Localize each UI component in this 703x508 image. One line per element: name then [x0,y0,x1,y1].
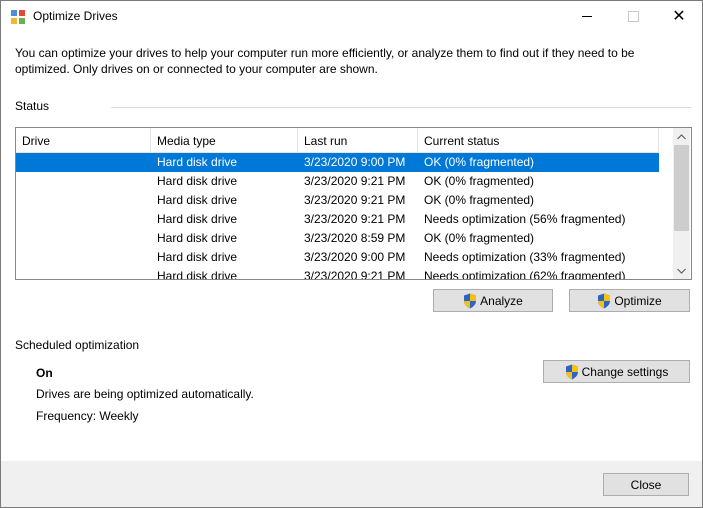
media-type-cell: Hard disk drive [157,193,238,207]
chevron-down-icon [677,268,686,274]
close-icon: ✕ [672,7,686,25]
last-run-cell: 3/23/2020 9:21 PM [304,174,406,188]
current-status-cell: Needs optimization (33% fragmented) [424,250,626,264]
table-row[interactable]: New Volume (F:)Hard disk drive3/23/2020 … [16,191,659,210]
table-row[interactable]: (C:)Hard disk drive3/23/2020 9:00 PMOK (… [16,153,659,172]
table-row[interactable]: System Reserved (I:)Hard disk drive3/23/… [16,248,659,267]
media-type-cell: Hard disk drive [157,231,238,245]
defrag-app-icon [11,10,25,24]
change-settings-button-label: Change settings [581,364,669,379]
media-type-cell: Hard disk drive [157,269,238,280]
close-button[interactable]: Close [603,473,689,496]
table-row[interactable]: New Volume (E:)Hard disk drive3/23/2020 … [16,172,659,191]
column-header-last-run[interactable]: Last run [298,128,418,152]
schedule-frequency: Frequency: Weekly [36,409,139,423]
uac-shield-icon [565,364,578,379]
table-row[interactable]: System Reserved (...Hard disk drive3/23/… [16,229,659,248]
optimize-button-label: Optimize [614,293,662,308]
minimize-icon [582,16,592,17]
column-header-media-type[interactable]: Media type [151,128,298,152]
status-section-label: Status [15,99,50,113]
uac-shield-icon [464,293,477,308]
column-header-drive[interactable]: Drive [16,128,151,152]
scroll-down-button[interactable] [673,262,690,279]
scheduled-section-label: Scheduled optimization [15,338,140,352]
optimize-drives-window: Optimize Drives ✕ You can optimize your … [0,0,703,508]
description-text: You can optimize your drives to help you… [15,46,635,76]
table-row[interactable]: (G:)Hard disk drive3/23/2020 9:21 PMNeed… [16,210,659,229]
media-type-cell: Hard disk drive [157,155,238,169]
scroll-up-button[interactable] [673,128,690,145]
status-divider [111,107,691,108]
uac-shield-icon [598,293,611,308]
scroll-thumb[interactable] [674,145,689,231]
current-status-cell: Needs optimization (62% fragmented) [424,269,626,280]
media-type-cell: Hard disk drive [157,174,238,188]
current-status-cell: OK (0% fragmented) [424,193,535,207]
media-type-cell: Hard disk drive [157,250,238,264]
close-button-label: Close [630,477,662,492]
last-run-cell: 3/23/2020 9:00 PM [304,250,406,264]
table-row[interactable]: (J:)Hard disk drive3/23/2020 9:21 PMNeed… [16,267,659,280]
maximize-icon [627,11,639,22]
schedule-state: On [36,366,53,380]
minimize-button[interactable] [564,1,610,32]
change-settings-button[interactable]: Change settings [543,360,690,383]
current-status-cell: Needs optimization (56% fragmented) [424,212,626,226]
last-run-cell: 3/23/2020 8:59 PM [304,231,406,245]
chevron-up-icon [677,133,686,139]
close-window-button[interactable]: ✕ [656,1,702,32]
current-status-cell: OK (0% fragmented) [424,174,535,188]
column-header-current-status[interactable]: Current status [418,128,659,152]
title-bar[interactable]: Optimize Drives ✕ [1,1,702,32]
optimize-button[interactable]: Optimize [569,289,690,312]
vertical-scrollbar[interactable] [673,128,690,279]
current-status-cell: OK (0% fragmented) [424,231,535,245]
last-run-cell: 3/23/2020 9:00 PM [304,155,406,169]
analyze-button[interactable]: Analyze [433,289,553,312]
drives-list-header: Drive Media type Last run Current status [16,128,659,153]
media-type-cell: Hard disk drive [157,212,238,226]
drives-list-rows: (C:)Hard disk drive3/23/2020 9:00 PMOK (… [16,153,659,280]
dialog-footer: Close [1,461,702,507]
last-run-cell: 3/23/2020 9:21 PM [304,193,406,207]
last-run-cell: 3/23/2020 9:21 PM [304,269,406,280]
last-run-cell: 3/23/2020 9:21 PM [304,212,406,226]
drives-list[interactable]: Drive Media type Last run Current status… [15,127,692,280]
maximize-button[interactable] [610,1,656,32]
schedule-message: Drives are being optimized automatically… [36,387,254,401]
current-status-cell: OK (0% fragmented) [424,155,535,169]
window-title: Optimize Drives [33,9,118,23]
analyze-button-label: Analyze [480,293,523,308]
